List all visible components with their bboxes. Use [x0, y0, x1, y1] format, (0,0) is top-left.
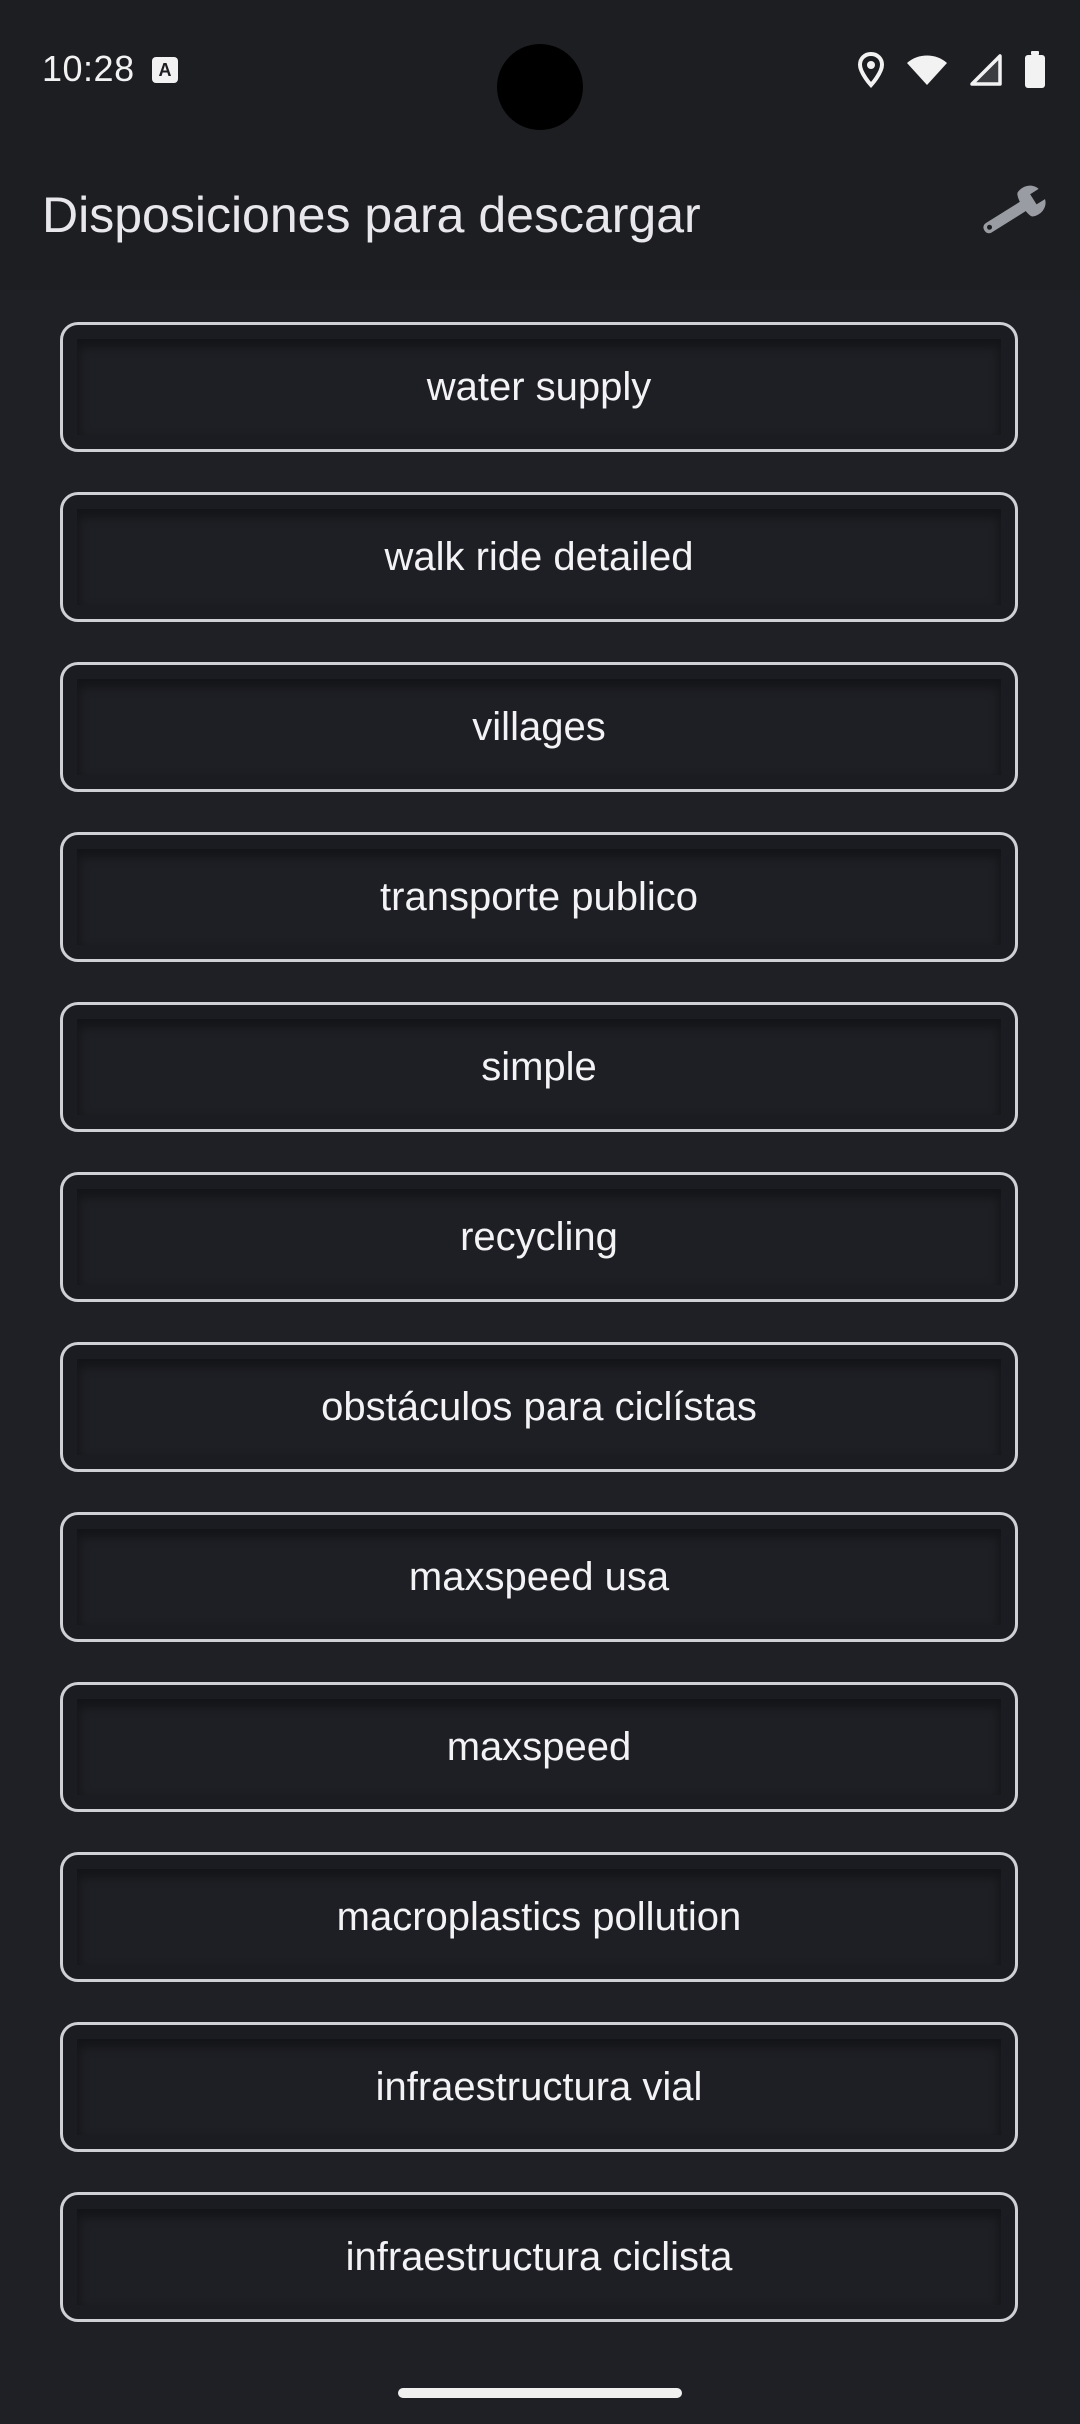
- layout-button[interactable]: macroplastics pollution: [60, 1852, 1018, 1982]
- layout-button[interactable]: maxspeed: [60, 1682, 1018, 1812]
- wifi-icon: [906, 54, 948, 86]
- layout-button[interactable]: water supply: [60, 322, 1018, 452]
- battery-icon: [1024, 51, 1046, 89]
- settings-button[interactable]: [970, 174, 1056, 254]
- layout-button[interactable]: walk ride detailed: [60, 492, 1018, 622]
- page-title: Disposiciones para descargar: [42, 187, 701, 243]
- layout-button[interactable]: transporte publico: [60, 832, 1018, 962]
- notification-icon: A: [152, 57, 178, 83]
- status-bar: 10:28 A: [0, 0, 1080, 130]
- gesture-navigation-bar[interactable]: [398, 2388, 682, 2398]
- layout-button[interactable]: villages: [60, 662, 1018, 792]
- layout-button[interactable]: obstáculos para ciclístas: [60, 1342, 1018, 1472]
- location-icon: [858, 52, 884, 88]
- app-bar: Disposiciones para descargar: [0, 130, 1080, 290]
- status-icons: [858, 50, 1046, 90]
- layout-list: water supply walk ride detailed villages…: [60, 322, 1018, 2362]
- status-time: 10:28: [42, 48, 135, 89]
- layout-button[interactable]: infraestructura vial: [60, 2022, 1018, 2152]
- camera-cutout: [497, 44, 583, 130]
- layout-button[interactable]: infraestructura ciclista: [60, 2192, 1018, 2322]
- cell-signal-icon: [970, 54, 1002, 86]
- layout-button[interactable]: simple: [60, 1002, 1018, 1132]
- layout-button[interactable]: recycling: [60, 1172, 1018, 1302]
- wrench-icon: [973, 180, 1053, 249]
- layout-button[interactable]: maxspeed usa: [60, 1512, 1018, 1642]
